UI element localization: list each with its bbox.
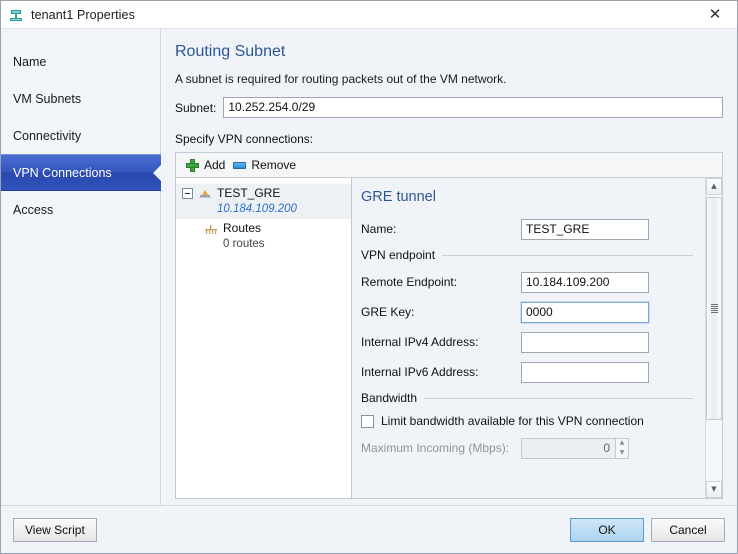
limit-bandwidth-checkbox[interactable] xyxy=(361,414,374,428)
selection-pointer-icon xyxy=(153,163,162,182)
sidebar-item-connectivity[interactable]: Connectivity xyxy=(1,117,160,154)
sidebar-item-label: Connectivity xyxy=(13,128,82,143)
subnet-row: Subnet: 10.252.254.0/29 xyxy=(175,97,723,118)
sidebar-item-label: VPN Connections xyxy=(13,165,112,180)
connections-panes: TEST_GRE 10.184.109.200 Routes 0 routes … xyxy=(175,177,723,499)
subnet-input[interactable]: 10.252.254.0/29 xyxy=(223,97,723,118)
internal-ipv6-field[interactable] xyxy=(521,361,649,383)
plus-icon xyxy=(186,158,199,172)
network-subnet-icon xyxy=(8,7,24,23)
group-divider xyxy=(442,254,693,256)
add-button[interactable]: Add xyxy=(184,155,231,176)
window-title: tenant1 Properties xyxy=(31,7,135,22)
sidebar-item-name[interactable]: Name xyxy=(1,43,160,80)
detail-title: GRE tunnel xyxy=(361,189,436,205)
gre-key-label: GRE Key: xyxy=(361,305,415,319)
remove-button[interactable]: Remove xyxy=(231,155,302,176)
remote-endpoint-row: Remote Endpoint: 10.184.109.200 xyxy=(361,271,693,293)
page-description: A subnet is required for routing packets… xyxy=(175,72,507,86)
tree-node-name: Routes xyxy=(223,221,262,235)
vpn-endpoint-group-label: VPN endpoint xyxy=(361,248,436,262)
internal-ipv4-field[interactable] xyxy=(521,331,649,353)
tree-node-text: TEST_GRE 10.184.109.200 xyxy=(217,186,297,217)
max-incoming-field: 0 xyxy=(521,437,616,459)
collapse-toggle-icon[interactable] xyxy=(182,188,193,199)
detail-form: GRE tunnel Name: TEST_GRE VPN endpoint R… xyxy=(352,178,705,498)
scrollbar-grip-icon xyxy=(710,304,718,314)
max-incoming-stepper[interactable]: ▲ ▼ xyxy=(616,437,629,459)
subnet-label: Subnet: xyxy=(175,100,217,115)
tree-node-test-gre[interactable]: TEST_GRE 10.184.109.200 xyxy=(176,184,351,219)
tree-node-name: TEST_GRE xyxy=(217,186,281,200)
routes-icon xyxy=(204,222,218,236)
name-label: Name: xyxy=(361,222,397,236)
sidebar-nav: Name VM Subnets Connectivity VPN Connect… xyxy=(1,29,162,505)
vpn-endpoint-group-header: VPN endpoint xyxy=(361,248,693,262)
max-incoming-row: Maximum Incoming (Mbps): 0 ▲ ▼ xyxy=(361,437,693,459)
stepper-up-icon[interactable]: ▲ xyxy=(616,439,628,449)
limit-bandwidth-label: Limit bandwidth available for this VPN c… xyxy=(381,414,644,428)
gre-key-row: GRE Key: 0000 xyxy=(361,300,693,324)
sidebar-item-label: Access xyxy=(13,202,54,217)
dialog-footer: View Script OK Cancel xyxy=(1,505,737,553)
main-content: Routing Subnet A subnet is required for … xyxy=(161,29,737,505)
tree-node-subtext: 0 routes xyxy=(223,238,265,250)
internal-ipv6-label: Internal IPv6 Address: xyxy=(361,365,479,379)
minus-icon xyxy=(233,161,247,169)
remove-button-label: Remove xyxy=(251,158,297,172)
ok-button[interactable]: OK xyxy=(570,517,644,542)
connections-toolbar: Add Remove xyxy=(175,152,723,177)
remote-endpoint-field[interactable]: 10.184.109.200 xyxy=(521,271,649,293)
max-incoming-label: Maximum Incoming (Mbps): xyxy=(361,441,510,455)
specify-vpn-label: Specify VPN connections: xyxy=(175,132,314,146)
sidebar-item-access[interactable]: Access xyxy=(1,191,160,228)
group-divider xyxy=(424,397,693,399)
scrollbar-track[interactable] xyxy=(706,195,722,481)
limit-bandwidth-row[interactable]: Limit bandwidth available for this VPN c… xyxy=(361,414,693,428)
sidebar-item-label: VM Subnets xyxy=(13,91,82,106)
page-title: Routing Subnet xyxy=(175,43,286,60)
name-row: Name: TEST_GRE xyxy=(361,218,693,240)
connection-detail-pane: GRE tunnel Name: TEST_GRE VPN endpoint R… xyxy=(352,178,722,498)
tree-node-routes[interactable]: Routes 0 routes xyxy=(176,219,351,254)
internal-ipv4-row: Internal IPv4 Address: xyxy=(361,331,693,353)
add-button-label: Add xyxy=(204,158,226,172)
detail-scrollbar[interactable]: ▲ ▼ xyxy=(705,178,722,498)
cancel-button[interactable]: Cancel xyxy=(651,517,725,542)
bandwidth-group-header: Bandwidth xyxy=(361,391,693,405)
scroll-up-icon[interactable]: ▲ xyxy=(706,178,722,195)
internal-ipv4-label: Internal IPv4 Address: xyxy=(361,335,479,349)
view-script-button[interactable]: View Script xyxy=(13,517,97,542)
close-icon[interactable]: ✕ xyxy=(693,1,737,28)
tree-node-text: Routes 0 routes xyxy=(223,221,265,252)
tree-node-subtext: 10.184.109.200 xyxy=(217,203,297,215)
internal-ipv6-row: Internal IPv6 Address: xyxy=(361,361,693,383)
sidebar-item-vm-subnets[interactable]: VM Subnets xyxy=(1,80,160,117)
scrollbar-thumb[interactable] xyxy=(706,197,722,421)
title-bar: tenant1 Properties ✕ xyxy=(1,1,737,28)
properties-dialog: tenant1 Properties ✕ Name VM Subnets Con… xyxy=(0,0,738,554)
sidebar-item-label: Name xyxy=(13,54,47,69)
stepper-down-icon[interactable]: ▼ xyxy=(616,448,628,458)
gre-key-field[interactable]: 0000 xyxy=(520,300,650,324)
connections-tree: TEST_GRE 10.184.109.200 Routes 0 routes xyxy=(176,178,352,498)
scroll-down-icon[interactable]: ▼ xyxy=(706,481,722,498)
remote-endpoint-label: Remote Endpoint: xyxy=(361,275,458,289)
sidebar-item-vpn-connections[interactable]: VPN Connections xyxy=(1,154,162,191)
vpn-tunnel-icon xyxy=(198,187,212,201)
dialog-body: Name VM Subnets Connectivity VPN Connect… xyxy=(1,28,737,505)
name-field[interactable]: TEST_GRE xyxy=(521,218,649,240)
bandwidth-group-label: Bandwidth xyxy=(361,391,418,405)
vpn-connections-box: Add Remove TEST_GRE 10.184.109.200 Route… xyxy=(175,152,723,499)
